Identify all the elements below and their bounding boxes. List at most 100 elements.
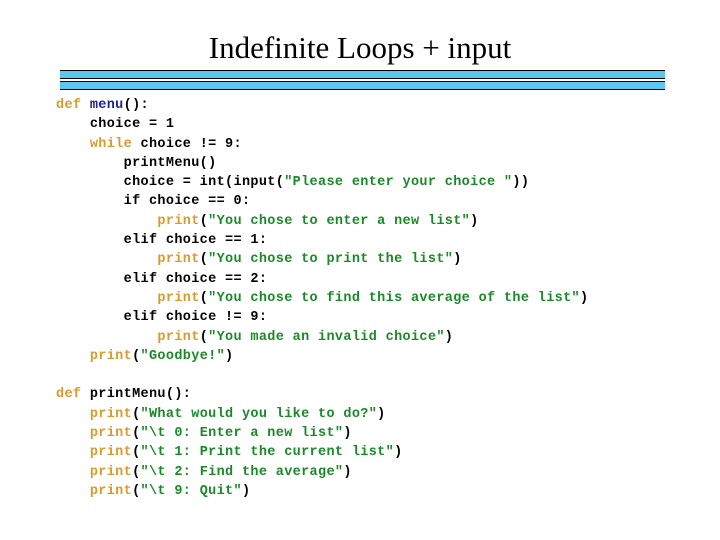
code-token-plain: ( xyxy=(132,348,141,364)
code-line: choice = 1 xyxy=(56,115,588,134)
code-line: print("\t 2: Find the average") xyxy=(56,463,588,482)
code-line: elif choice != 9: xyxy=(56,308,588,327)
code-token-plain: ) xyxy=(225,348,234,364)
code-token-kw: print xyxy=(89,445,133,461)
code-token-str: "\t 2: Find the average" xyxy=(140,464,344,480)
code-token-plain: ( xyxy=(199,329,209,345)
code-token-kw: print xyxy=(89,483,133,499)
code-token-plain: elif choice != 9: xyxy=(123,310,268,326)
code-token-str: "\t 1: Print the current list" xyxy=(140,445,395,461)
code-line: print("\t 0: Enter a new list") xyxy=(56,424,588,443)
code-token-kw: print xyxy=(157,290,200,306)
code-token-plain: ( xyxy=(199,290,209,306)
code-token-plain: ) xyxy=(343,464,352,480)
code-line: print("\t 9: Quit") xyxy=(56,482,588,501)
code-token-str: "You chose to find this average of the l… xyxy=(208,290,580,306)
code-block: def menu(): choice = 1 while choice != 9… xyxy=(56,96,588,501)
code-token-kw: print xyxy=(89,426,133,442)
code-line: print("Goodbye!") xyxy=(56,347,588,366)
code-line: def menu(): xyxy=(56,96,588,115)
code-line: if choice == 0: xyxy=(56,192,588,211)
code-line: printMenu() xyxy=(56,154,588,173)
code-token-plain: choice != 9: xyxy=(140,136,242,152)
code-token-plain: ( xyxy=(199,252,209,268)
code-token-plain: ) xyxy=(453,252,462,268)
code-line: print("You chose to print the list") xyxy=(56,250,588,269)
code-token-kw: print xyxy=(157,329,200,345)
code-token-plain: ( xyxy=(132,445,141,461)
divider-bar-top xyxy=(60,70,665,79)
code-token-plain: ( xyxy=(199,213,209,229)
code-token-plain: ) xyxy=(470,213,479,229)
page-title: Indefinite Loops + input xyxy=(208,30,512,65)
code-line: elif choice == 2: xyxy=(56,270,588,289)
code-line: print("\t 1: Print the current list") xyxy=(56,443,588,462)
code-token-plain: ( xyxy=(132,483,141,499)
code-token-plain: choice = int(input( xyxy=(123,175,285,191)
code-token-plain: ) xyxy=(241,483,251,499)
code-line: print("You chose to find this average of… xyxy=(56,289,588,308)
code-token-plain: (): xyxy=(123,98,149,113)
code-token-plain: ) xyxy=(580,290,589,306)
code-token-str: "You made an invalid choice" xyxy=(208,329,445,345)
slide-canvas: Indefinite Loops + input def menu(): cho… xyxy=(0,0,720,540)
code-line: elif choice == 1: xyxy=(56,231,588,250)
code-token-plain: ) xyxy=(343,426,352,442)
title-divider xyxy=(60,70,665,90)
code-token-plain: choice = 1 xyxy=(89,117,175,133)
code-line: choice = int(input("Please enter your ch… xyxy=(56,173,588,192)
code-line: print("You made an invalid choice") xyxy=(56,328,588,347)
code-token-str: "What would you like to do?" xyxy=(140,406,378,422)
code-token-kw: while xyxy=(89,136,141,152)
code-token-str: "Goodbye!" xyxy=(140,348,226,364)
code-token-str: "\t 0: Enter a new list" xyxy=(140,426,344,442)
code-token-plain: ( xyxy=(132,406,141,422)
code-token-kw: print xyxy=(89,348,133,364)
code-token-str: "You chose to enter a new list" xyxy=(208,213,471,229)
code-token-kw: print xyxy=(157,252,200,268)
code-line: print("What would you like to do?") xyxy=(56,405,588,424)
code-token-str: "\t 9: Quit" xyxy=(140,483,242,499)
code-token-str: "Please enter your choice " xyxy=(284,175,513,191)
code-token-kw: print xyxy=(89,464,133,480)
code-token-plain: ) xyxy=(377,406,386,422)
code-token-plain: printMenu(): xyxy=(89,387,192,403)
code-token-plain: ) xyxy=(394,445,403,461)
code-token-plain: elif choice == 1: xyxy=(123,233,268,249)
code-token-plain: )) xyxy=(512,175,530,191)
code-token-kw: def xyxy=(56,387,90,403)
code-token-kw: print xyxy=(157,213,200,229)
code-token-fn: menu xyxy=(89,98,124,113)
code-token-plain: elif choice == 2: xyxy=(123,271,268,287)
code-line: def printMenu(): xyxy=(56,385,588,404)
code-token-plain: ( xyxy=(132,426,141,442)
code-line: while choice != 9: xyxy=(56,135,588,154)
code-token-plain: if choice == 0: xyxy=(123,194,251,210)
code-token-plain: printMenu() xyxy=(123,155,217,171)
code-token-plain: ( xyxy=(132,464,141,480)
code-token-str: "You chose to print the list" xyxy=(208,252,454,268)
code-token-kw: def xyxy=(56,98,90,113)
code-line: print("You chose to enter a new list") xyxy=(56,212,588,231)
divider-bar-bottom xyxy=(60,81,665,90)
code-token-kw: print xyxy=(89,406,133,422)
